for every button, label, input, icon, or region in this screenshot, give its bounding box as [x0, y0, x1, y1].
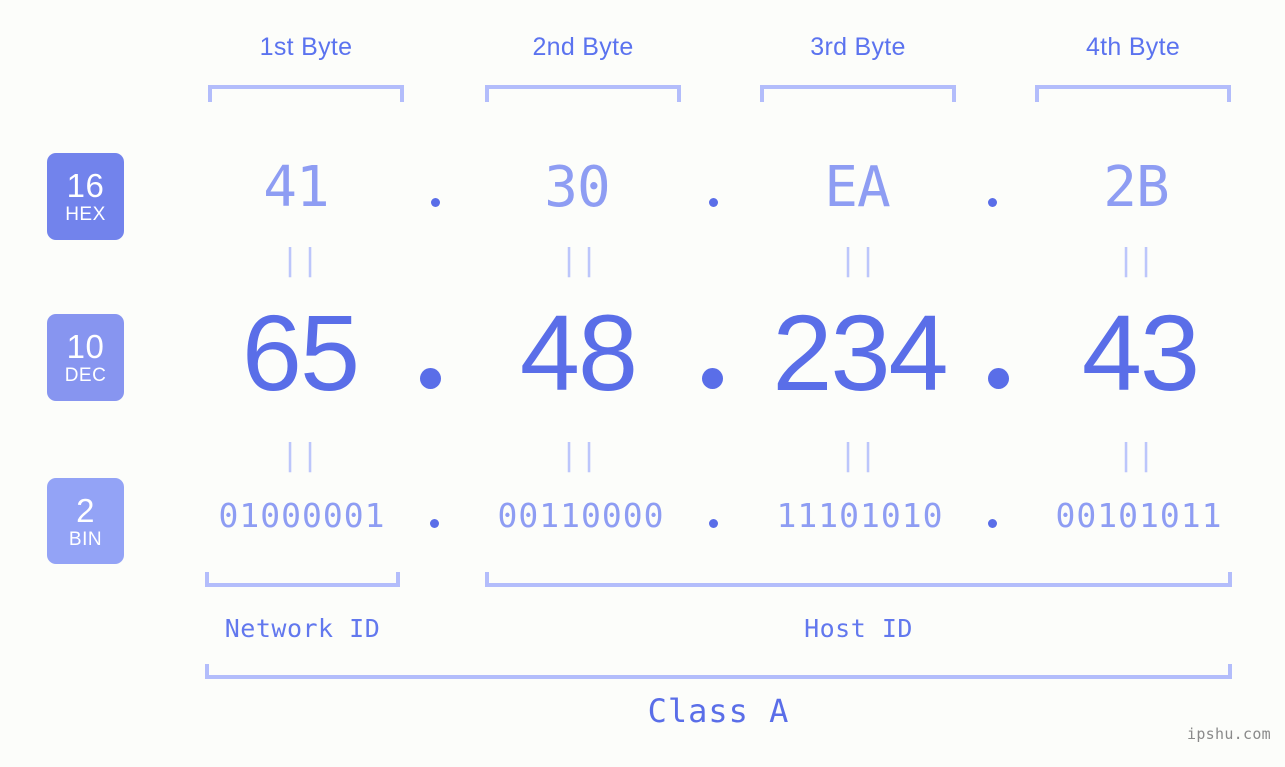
byte-header-3: 3rd Byte	[810, 33, 906, 61]
class-label: Class A	[647, 692, 790, 730]
dec-separator-dot-1	[420, 368, 441, 389]
base-badge-dec-name: DEC	[64, 365, 107, 386]
byte-bracket-3	[760, 85, 956, 102]
byte-header-4: 4th Byte	[1085, 33, 1181, 61]
equals-mark-dec-bin-4: ||	[1117, 438, 1158, 473]
ip-byte-breakdown-diagram: 1st Byte 2nd Byte 3rd Byte 4th Byte 16 H…	[0, 0, 1285, 767]
host-id-label: Host ID	[804, 614, 913, 643]
byte-header-2: 2nd Byte	[532, 33, 634, 61]
equals-mark-hex-dec-4: ||	[1117, 243, 1158, 278]
hex-separator-dot-3	[988, 198, 997, 207]
bin-separator-dot-2	[709, 519, 718, 528]
dec-byte-2: 48	[519, 292, 638, 413]
bin-separator-dot-1	[430, 519, 439, 528]
watermark: ipshu.com	[1187, 725, 1271, 743]
bin-byte-3: 11101010	[776, 496, 944, 535]
host-id-bracket	[485, 572, 1232, 587]
hex-byte-4: 2B	[1103, 155, 1169, 220]
dec-byte-1: 65	[241, 292, 360, 413]
base-badge-dec: 10 DEC	[47, 314, 124, 401]
bin-separator-dot-3	[988, 519, 997, 528]
hex-separator-dot-2	[709, 198, 718, 207]
equals-mark-hex-dec-3: ||	[839, 243, 880, 278]
byte-bracket-1	[208, 85, 404, 102]
hex-byte-1: 41	[263, 155, 329, 220]
bin-byte-2: 00110000	[497, 496, 665, 535]
dec-byte-4: 43	[1081, 292, 1200, 413]
base-badge-bin-number: 2	[76, 491, 95, 529]
equals-mark-dec-bin-3: ||	[839, 438, 880, 473]
dec-separator-dot-2	[702, 368, 723, 389]
base-badge-hex-number: 16	[66, 167, 105, 204]
network-id-bracket	[205, 572, 400, 587]
equals-mark-dec-bin-2: ||	[560, 438, 601, 473]
byte-bracket-2	[485, 85, 681, 102]
hex-separator-dot-1	[431, 198, 440, 207]
equals-mark-hex-dec-2: ||	[560, 243, 601, 278]
equals-mark-dec-bin-1: ||	[281, 438, 322, 473]
equals-mark-hex-dec-1: ||	[281, 243, 322, 278]
base-badge-bin-name: BIN	[68, 528, 103, 550]
bin-byte-4: 00101011	[1055, 496, 1223, 535]
dec-byte-3: 234	[772, 292, 948, 413]
bin-byte-1: 01000001	[218, 496, 386, 535]
base-badge-bin: 2 BIN	[47, 478, 124, 564]
hex-byte-3: EA	[824, 155, 890, 220]
hex-byte-2: 30	[544, 155, 610, 220]
network-id-label: Network ID	[224, 614, 381, 643]
class-bracket	[205, 664, 1232, 679]
base-badge-hex: 16 HEX	[47, 153, 124, 240]
byte-header-1: 1st Byte	[259, 33, 353, 61]
base-badge-dec-number: 10	[66, 328, 105, 365]
base-badge-hex-name: HEX	[65, 204, 106, 225]
dec-separator-dot-3	[988, 368, 1009, 389]
byte-bracket-4	[1035, 85, 1231, 102]
